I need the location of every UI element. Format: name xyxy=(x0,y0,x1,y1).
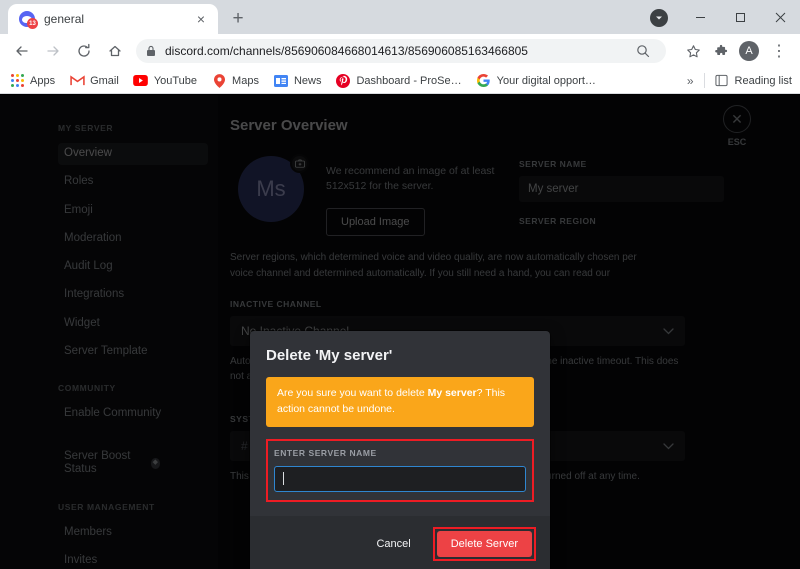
bookmark-apps[interactable]: Apps xyxy=(9,73,55,89)
modal-body: Delete 'My server' Are you sure you want… xyxy=(250,331,550,516)
apps-grid-icon xyxy=(9,73,25,89)
browser-window: 13 general × + discord.com/channels/8569… xyxy=(0,0,800,569)
browser-toolbar: discord.com/channels/856906084668014613/… xyxy=(0,34,800,68)
warning-server-name: My server xyxy=(427,387,477,399)
extensions-puzzle-icon[interactable] xyxy=(708,38,734,64)
window-controls xyxy=(650,0,800,34)
bookmark-label: News xyxy=(293,74,322,87)
bookmark-dashboard[interactable]: Dashboard - ProSe… xyxy=(335,73,462,89)
modal-title: Delete 'My server' xyxy=(266,347,393,364)
delete-server-modal: Delete 'My server' Are you sure you want… xyxy=(250,331,550,569)
unread-badge: 13 xyxy=(27,18,38,29)
modal-overlay: Delete 'My server' Are you sure you want… xyxy=(0,95,800,569)
warning-prefix: Are you sure you want to delete xyxy=(277,387,428,399)
bookmark-label: Your digital opport… xyxy=(496,74,596,87)
address-bar[interactable]: discord.com/channels/856906084668014613/… xyxy=(136,39,666,63)
cancel-button[interactable]: Cancel xyxy=(362,538,424,550)
bookmark-label: Dashboard - ProSe… xyxy=(356,74,462,87)
delete-server-button[interactable]: Delete Server xyxy=(436,530,532,557)
bookmark-label: Apps xyxy=(30,74,56,87)
text-caret xyxy=(283,472,284,485)
reload-button[interactable] xyxy=(70,37,98,65)
reading-list-label[interactable]: Reading list xyxy=(735,75,792,87)
delete-server-button-highlight: Delete Server xyxy=(432,526,536,561)
bookmarks-bar-right: » Reading list xyxy=(687,73,792,89)
search-icon[interactable] xyxy=(630,38,656,64)
browser-tab-general[interactable]: 13 general × xyxy=(8,4,218,34)
tab-title: general xyxy=(44,12,85,26)
google-icon xyxy=(476,73,492,89)
url-text: discord.com/channels/856906084668014613/… xyxy=(165,44,528,58)
bookmark-youtube[interactable]: YouTube xyxy=(133,73,197,89)
pinterest-icon xyxy=(335,73,351,89)
news-icon xyxy=(273,73,289,89)
bookmarks-overflow-icon[interactable]: » xyxy=(687,74,694,88)
bookmark-star-icon[interactable] xyxy=(680,38,706,64)
bookmark-label: Maps xyxy=(232,74,259,87)
update-available-icon[interactable] xyxy=(650,9,668,27)
toolbar-actions: A ⋮ xyxy=(678,38,792,64)
server-name-confirm-field-highlight: ENTER SERVER NAME xyxy=(266,438,534,502)
minimize-button[interactable] xyxy=(680,0,720,34)
modal-warning-banner: Are you sure you want to delete My serve… xyxy=(266,377,534,427)
bookmarks-bar: Apps Gmail YouTube Maps News Dashboard -… xyxy=(0,68,800,94)
enter-server-name-label: ENTER SERVER NAME xyxy=(274,447,377,458)
gmail-icon xyxy=(69,73,85,89)
bookmark-label: Gmail xyxy=(90,74,119,87)
bookmark-digital-opportunity[interactable]: Your digital opport… xyxy=(476,73,596,89)
maps-pin-icon xyxy=(211,73,227,89)
discord-favicon: 13 xyxy=(19,11,38,29)
browser-menu-icon[interactable]: ⋮ xyxy=(766,38,792,64)
bookmark-maps[interactable]: Maps xyxy=(211,73,259,89)
profile-avatar[interactable]: A xyxy=(739,41,759,61)
bookmark-label: YouTube xyxy=(153,74,198,87)
forward-button[interactable] xyxy=(39,37,67,65)
bookmark-gmail[interactable]: Gmail xyxy=(69,73,119,89)
youtube-icon xyxy=(133,73,149,89)
enter-server-name-input[interactable] xyxy=(274,465,526,492)
modal-footer: Cancel Delete Server xyxy=(250,515,550,569)
lock-icon xyxy=(146,45,156,57)
tab-close-icon[interactable]: × xyxy=(192,10,210,28)
new-tab-button[interactable]: + xyxy=(224,5,252,33)
reading-list-icon xyxy=(714,73,730,89)
maximize-button[interactable] xyxy=(720,0,760,34)
divider xyxy=(703,73,705,88)
back-button[interactable] xyxy=(8,37,36,65)
home-button[interactable] xyxy=(101,37,129,65)
bookmark-news[interactable]: News xyxy=(273,73,322,89)
close-window-button[interactable] xyxy=(760,0,800,34)
tab-strip: 13 general × + xyxy=(0,0,800,34)
